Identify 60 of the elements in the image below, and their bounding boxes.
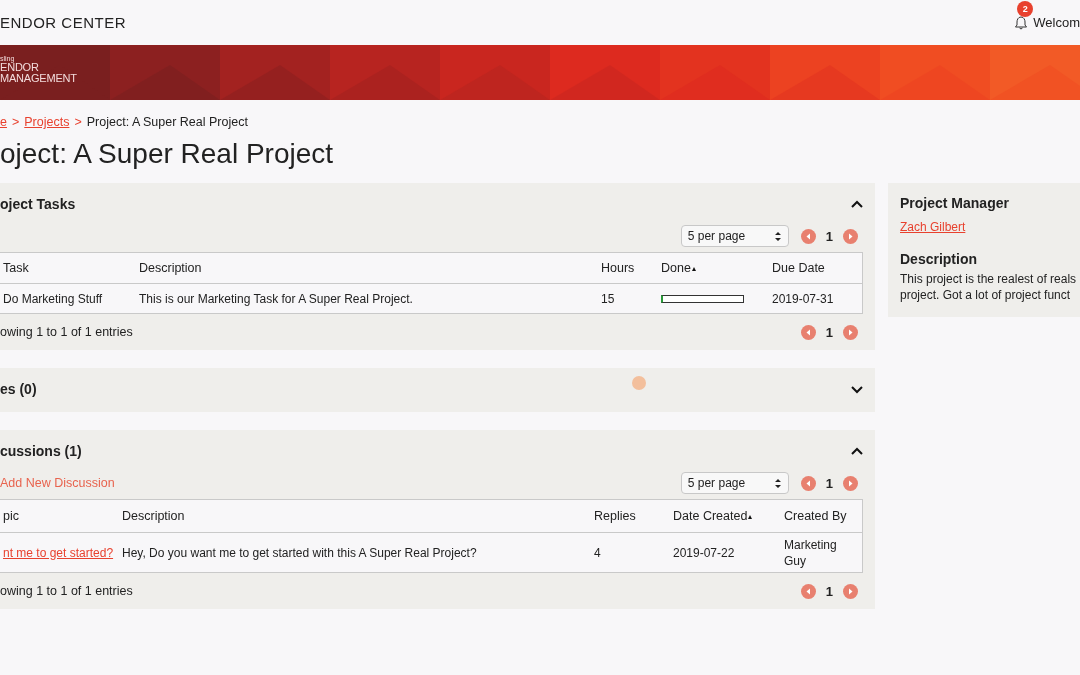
column-header[interactable]: Date Created	[673, 509, 748, 523]
dropdown-icon	[773, 230, 782, 242]
panel-title: cussions (1)	[0, 443, 82, 459]
table-cell: Hey, Do you want me to get started with this A Super Real Project?	[122, 545, 477, 560]
section-heading: Description	[900, 251, 978, 267]
column-header[interactable]: Due Date	[772, 261, 825, 275]
entries-info: owing 1 to 1 of 1 entries	[0, 584, 133, 598]
collapse-icon[interactable]	[851, 446, 863, 456]
per-page-select[interactable]: 5 per page	[680, 472, 789, 494]
panel-title: oject Tasks	[0, 196, 76, 212]
table-cell: 15	[601, 291, 615, 306]
sort-icon[interactable]	[748, 515, 753, 519]
entries-info: owing 1 to 1 of 1 entries	[0, 325, 133, 339]
column-header[interactable]: Created By	[784, 509, 847, 523]
page-number[interactable]: 1	[825, 324, 833, 340]
table-cell: 2019-07-22	[673, 545, 735, 560]
sort-icon[interactable]	[691, 267, 696, 271]
site-title: ENDOR CENTER	[0, 14, 126, 31]
description-text: This project is the realest of reals	[900, 271, 1078, 287]
table-cell: 2019-07-31	[772, 291, 834, 306]
next-page-button[interactable]	[843, 324, 858, 340]
table-cell: 4	[594, 545, 601, 560]
breadcrumb-current: Project: A Super Real Project	[86, 115, 248, 129]
column-header[interactable]: Replies	[594, 509, 636, 523]
page-title: oject: A Super Real Project	[0, 137, 335, 171]
table-cell-text: Marketing Guy	[784, 536, 838, 569]
previous-page-button[interactable]	[800, 228, 816, 244]
breadcrumb-separator: >	[74, 115, 82, 129]
panel-title: es (0)	[0, 381, 37, 397]
next-page-button[interactable]	[843, 583, 858, 599]
page-number[interactable]: 1	[825, 583, 833, 599]
section-heading: Project Manager	[900, 195, 1010, 211]
welcome-text: Welcom	[1033, 15, 1080, 30]
previous-page-button[interactable]	[800, 324, 816, 340]
column-header[interactable]: Hours	[601, 261, 635, 275]
breadcrumb-link[interactable]: e	[0, 115, 7, 129]
description-text: project. Got a lot of project funct	[900, 287, 1072, 303]
topic-link[interactable]: nt me to get started?	[3, 545, 114, 560]
expand-icon[interactable]	[851, 384, 863, 394]
breadcrumb-separator: >	[11, 115, 20, 129]
manager-link[interactable]: Zach Gilbert	[900, 220, 966, 234]
previous-page-button[interactable]	[800, 583, 816, 599]
dropdown-icon	[773, 477, 782, 489]
table-cell: This is our Marketing Task for A Super Real Project.	[139, 291, 413, 306]
previous-page-button[interactable]	[800, 475, 816, 491]
next-page-button[interactable]	[843, 475, 858, 491]
per-page-select[interactable]: 5 per page	[680, 225, 789, 247]
next-page-button[interactable]	[843, 228, 858, 244]
column-header[interactable]: Description	[122, 509, 185, 523]
breadcrumb-link[interactable]: Projects	[24, 115, 70, 129]
table-cell: Do Marketing Stuff	[3, 291, 103, 306]
column-header[interactable]: pic	[3, 509, 19, 523]
bell-icon[interactable]	[1014, 14, 1029, 31]
page-number[interactable]: 1	[825, 475, 833, 491]
column-header[interactable]: Done	[661, 261, 691, 275]
notification-badge: 2	[1017, 0, 1034, 17]
column-header[interactable]: Description	[139, 261, 202, 275]
page-number[interactable]: 1	[825, 228, 833, 244]
column-header[interactable]: Task	[3, 261, 29, 275]
collapse-icon[interactable]	[851, 199, 863, 209]
